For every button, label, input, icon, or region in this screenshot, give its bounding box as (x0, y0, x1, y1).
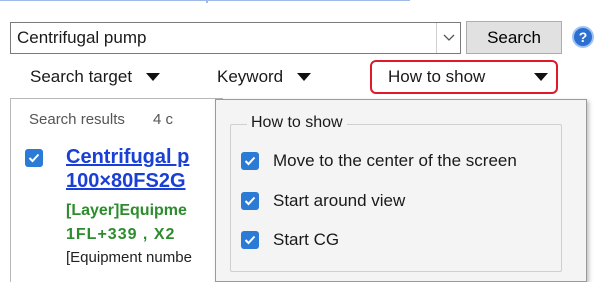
checkbox-checked-icon[interactable] (241, 231, 259, 249)
result-title-line2: 100×80FS2G (66, 170, 186, 192)
results-header: Search results 4 c (29, 111, 173, 128)
result-layer-line2: 1FL+339 , X2 (66, 226, 176, 243)
result-layer-line1: [Layer]Equipme (66, 202, 187, 219)
result-title-link[interactable]: Centrifugal p 100×80FS2G (66, 145, 189, 193)
search-results-panel: Search results 4 c Centrifugal p 100×80F… (10, 98, 223, 282)
option-start-around-view[interactable]: Start around view (241, 189, 405, 213)
option-move-to-center[interactable]: Move to the center of the screen (241, 149, 517, 173)
window-top-edge (0, 0, 410, 4)
checkbox-checked-icon[interactable] (241, 152, 259, 170)
option-start-cg[interactable]: Start CG (241, 228, 339, 252)
option-label: Start around view (273, 191, 406, 210)
how-to-show-popup: How to show Move to the center of the sc… (215, 99, 587, 282)
how-to-show-dropdown[interactable]: How to show (370, 60, 558, 94)
dropdown-arrow-icon (297, 73, 312, 81)
search-button[interactable]: Search (466, 21, 562, 54)
search-target-dropdown[interactable]: Search target (30, 58, 161, 96)
dropdown-arrow-icon (146, 73, 161, 81)
how-to-show-group: How to show Move to the center of the sc… (230, 114, 562, 272)
result-title-line1: Centrifugal p (66, 146, 190, 168)
checkbox-checked-icon (28, 153, 40, 163)
keyword-label: Keyword (217, 67, 284, 86)
dropdown-arrow-icon (534, 73, 548, 81)
option-label: Move to the center of the screen (273, 151, 517, 170)
chevron-down-icon[interactable] (436, 23, 460, 53)
search-combobox[interactable]: Centrifugal pump (10, 22, 461, 54)
search-toolbar: Search target Keyword How to show (0, 58, 600, 96)
option-label: Start CG (273, 230, 340, 249)
result-layer-info: [Layer]Equipme 1FL+339 , X2 (66, 199, 187, 247)
keyword-dropdown[interactable]: Keyword (217, 58, 312, 96)
search-input[interactable]: Centrifugal pump (11, 28, 436, 48)
result-equipment-number: [Equipment numbe (66, 249, 192, 266)
search-target-label: Search target (30, 67, 133, 86)
results-header-label: Search results (29, 111, 125, 128)
results-count: 4 c (153, 111, 174, 128)
group-title: How to show (247, 114, 347, 132)
help-icon[interactable]: ? (572, 26, 594, 48)
result-checkbox[interactable] (25, 149, 43, 167)
how-to-show-label: How to show (388, 67, 486, 86)
checkbox-checked-icon[interactable] (241, 192, 259, 210)
